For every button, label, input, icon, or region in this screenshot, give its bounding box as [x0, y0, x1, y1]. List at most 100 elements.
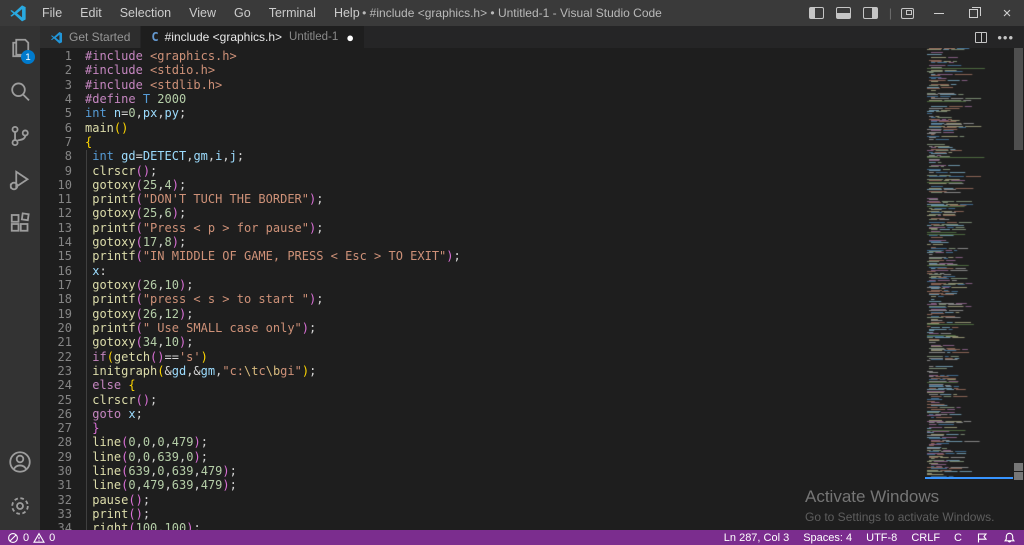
line-number: 9 — [40, 164, 72, 178]
menu-item-edit[interactable]: Edit — [71, 0, 111, 26]
tab-get-started-label: Get Started — [69, 30, 130, 44]
code-line-27[interactable]: 27 } — [40, 421, 461, 435]
tab-untitled-file[interactable]: C #include <graphics.h> Untitled-1 ● — [141, 26, 364, 48]
settings-button[interactable] — [0, 484, 40, 528]
activity-bar: 1 — [0, 26, 40, 530]
problems-indicator[interactable]: 0 0 — [7, 532, 55, 544]
restore-button[interactable] — [956, 0, 990, 26]
sidebar-item-extensions[interactable] — [0, 202, 40, 246]
scrollbar-thumb[interactable] — [1014, 48, 1023, 150]
sidebar-item-run-debug[interactable] — [0, 158, 40, 202]
gear-icon — [8, 494, 32, 518]
line-number: 23 — [40, 364, 72, 378]
titlebar-separator: | — [889, 6, 892, 20]
code-line-7[interactable]: 7{ — [40, 135, 461, 149]
warning-count: 0 — [49, 532, 55, 544]
window-title: • #include <graphics.h> • Untitled-1 - V… — [362, 0, 662, 26]
code-line-30[interactable]: 30 line(639,0,639,479); — [40, 464, 461, 478]
source-control-icon — [8, 124, 32, 148]
tab-bar: Get Started C #include <graphics.h> Unti… — [40, 26, 1024, 48]
more-actions-icon[interactable]: ••• — [997, 30, 1014, 45]
code-line-8[interactable]: 8 int gd=DETECT,gm,i,j; — [40, 149, 461, 163]
code-line-19[interactable]: 19 gotoxy(26,12); — [40, 307, 461, 321]
cursor-position[interactable]: Ln 287, Col 3 — [724, 532, 789, 544]
code-line-32[interactable]: 32 pause(); — [40, 493, 461, 507]
sidebar-item-explorer[interactable]: 1 — [0, 26, 40, 70]
code-line-18[interactable]: 18 printf("press < s > to start "); — [40, 292, 461, 306]
account-icon — [8, 450, 32, 474]
code-line-5[interactable]: 5int n=0,px,py; — [40, 106, 461, 120]
menu-item-selection[interactable]: Selection — [111, 0, 180, 26]
code-line-24[interactable]: 24 else { — [40, 378, 461, 392]
menu-item-terminal[interactable]: Terminal — [260, 0, 325, 26]
code-line-17[interactable]: 17 gotoxy(26,10); — [40, 278, 461, 292]
code-line-10[interactable]: 10 gotoxy(25,4); — [40, 178, 461, 192]
code-line-13[interactable]: 13 printf("Press < p > for pause"); — [40, 221, 461, 235]
code-line-9[interactable]: 9 clrscr(); — [40, 164, 461, 178]
code-line-31[interactable]: 31 line(0,479,639,479); — [40, 478, 461, 492]
code-line-29[interactable]: 29 line(0,0,639,0); — [40, 450, 461, 464]
code-line-20[interactable]: 20 printf(" Use SMALL case only"); — [40, 321, 461, 335]
code-line-1[interactable]: 1#include <graphics.h> — [40, 49, 461, 63]
customize-layout-icon[interactable] — [901, 8, 914, 19]
minimap-cursor-line — [925, 477, 1013, 479]
code-line-22[interactable]: 22 if(getch()=='s') — [40, 350, 461, 364]
code-line-16[interactable]: 16 x: — [40, 264, 461, 278]
code-line-14[interactable]: 14 gotoxy(17,8); — [40, 235, 461, 249]
line-number: 5 — [40, 106, 72, 120]
code-editor[interactable]: 1#include <graphics.h>2#include <stdio.h… — [40, 48, 1024, 530]
line-number: 16 — [40, 264, 72, 278]
notifications-bell-icon[interactable] — [1003, 532, 1016, 544]
sidebar-item-search[interactable] — [0, 70, 40, 114]
sidebar-item-source-control[interactable] — [0, 114, 40, 158]
feedback-icon[interactable] — [976, 532, 989, 544]
eol-setting[interactable]: CRLF — [911, 532, 940, 544]
line-number: 15 — [40, 249, 72, 263]
line-number: 31 — [40, 478, 72, 492]
code-line-12[interactable]: 12 gotoxy(25,6); — [40, 206, 461, 220]
code-line-33[interactable]: 33 print(); — [40, 507, 461, 521]
line-number: 21 — [40, 335, 72, 349]
code-line-26[interactable]: 26 goto x; — [40, 407, 461, 421]
editor-scrollbar[interactable] — [1013, 48, 1024, 530]
modified-dot-icon[interactable]: ● — [346, 31, 354, 44]
code-line-3[interactable]: 3#include <stdlib.h> — [40, 78, 461, 92]
code-line-6[interactable]: 6main() — [40, 121, 461, 135]
tab-get-started[interactable]: Get Started — [40, 26, 140, 48]
menu-item-view[interactable]: View — [180, 0, 225, 26]
line-number: 14 — [40, 235, 72, 249]
code-line-21[interactable]: 21 gotoxy(34,10); — [40, 335, 461, 349]
account-button[interactable] — [0, 440, 40, 484]
vscode-window: FileEditSelectionViewGoTerminalHelp • #i… — [0, 0, 1024, 545]
minimize-button[interactable] — [922, 0, 956, 26]
line-number: 11 — [40, 192, 72, 206]
overview-ruler-marker — [1014, 463, 1023, 471]
code-line-23[interactable]: 23 initgraph(&gd,&gm,"c:\tc\bgi"); — [40, 364, 461, 378]
error-icon — [7, 532, 19, 544]
toggle-sidebar-icon[interactable] — [809, 7, 824, 19]
indentation-setting[interactable]: Spaces: 4 — [803, 532, 852, 544]
minimap[interactable] — [925, 48, 1013, 478]
split-editor-icon[interactable] — [975, 32, 987, 43]
line-number: 6 — [40, 121, 72, 135]
encoding-setting[interactable]: UTF-8 — [866, 532, 897, 544]
code-line-25[interactable]: 25 clrscr(); — [40, 393, 461, 407]
code-line-15[interactable]: 15 printf("IN MIDDLE OF GAME, PRESS < Es… — [40, 249, 461, 263]
close-button[interactable]: × — [990, 0, 1024, 26]
line-number: 3 — [40, 78, 72, 92]
language-mode[interactable]: C — [954, 532, 962, 544]
code-line-4[interactable]: 4#define T 2000 — [40, 92, 461, 106]
line-number: 34 — [40, 521, 72, 530]
menu-item-file[interactable]: File — [33, 0, 71, 26]
code-content: 1#include <graphics.h>2#include <stdio.h… — [40, 49, 461, 530]
toggle-panel-icon[interactable] — [836, 7, 851, 19]
code-line-2[interactable]: 2#include <stdio.h> — [40, 63, 461, 77]
line-number: 24 — [40, 378, 72, 392]
line-number: 25 — [40, 393, 72, 407]
code-line-34[interactable]: 34 right(100,100); — [40, 521, 461, 530]
menu-item-go[interactable]: Go — [225, 0, 260, 26]
line-number: 17 — [40, 278, 72, 292]
code-line-28[interactable]: 28 line(0,0,0,479); — [40, 435, 461, 449]
toggle-secondary-sidebar-icon[interactable] — [863, 7, 878, 19]
code-line-11[interactable]: 11 printf("DON'T TUCH THE BORDER"); — [40, 192, 461, 206]
